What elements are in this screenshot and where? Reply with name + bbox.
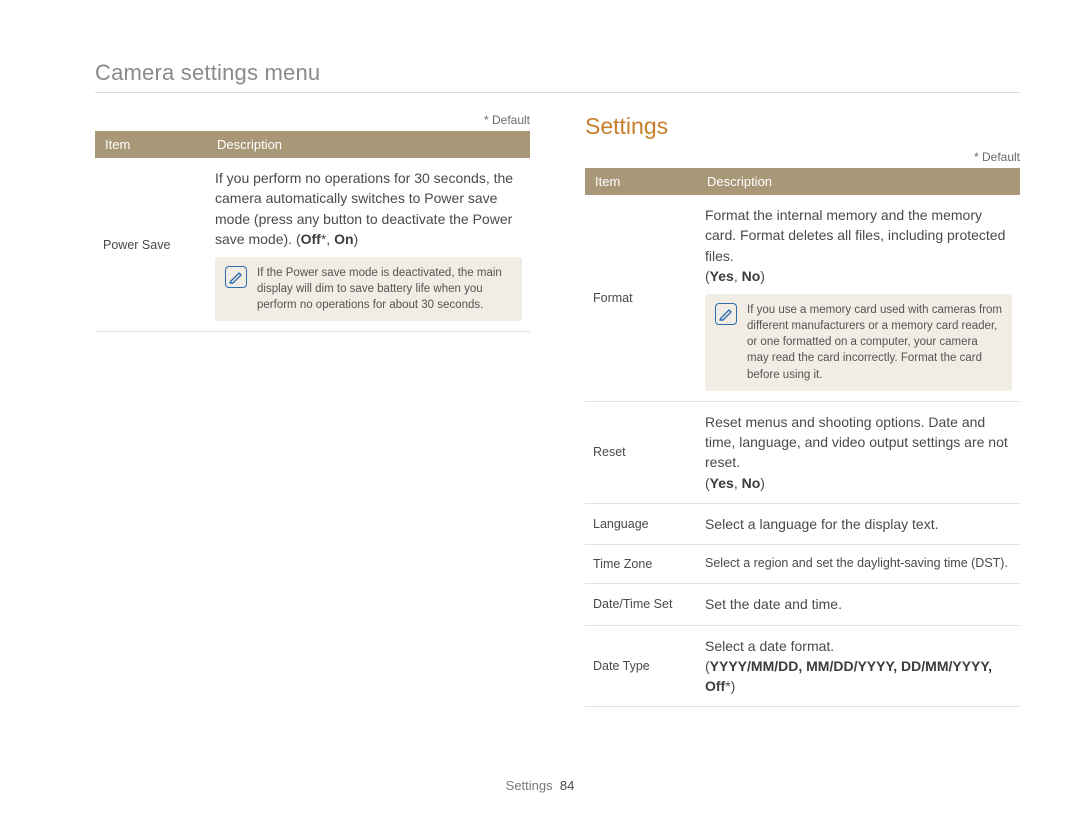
desc-text: If you perform no operations for 30 seco… xyxy=(215,168,522,249)
right-column: Settings * Default Item Description Form… xyxy=(585,113,1020,707)
note-text: If the Power save mode is deactivated, t… xyxy=(257,265,512,313)
opt4: Off xyxy=(705,678,725,694)
default-note-left: * Default xyxy=(95,113,530,127)
sep2: , xyxy=(893,658,901,674)
desc-main: Select a date format. xyxy=(705,638,834,654)
cell-item: Power Save xyxy=(95,158,207,332)
table-header-row: Item Description xyxy=(95,131,530,158)
sep1: , xyxy=(798,658,806,674)
opt-no: No xyxy=(742,268,761,284)
desc-text: Set the date and time. xyxy=(705,594,1012,614)
section-heading: Settings xyxy=(585,113,1020,140)
opts: (Yes, No) xyxy=(705,475,765,491)
table-header-row: Item Description xyxy=(585,168,1020,195)
desc-text: Reset menus and shooting options. Date a… xyxy=(705,412,1012,493)
th-description: Description xyxy=(697,168,1020,195)
left-column: * Default Item Description Power Save If… xyxy=(95,113,530,707)
opts-close: ) xyxy=(354,231,359,247)
desc-text: Select a region and set the daylight-sav… xyxy=(705,555,1012,573)
opts-close: ) xyxy=(760,268,765,284)
opts: (YYYY/MM/DD, MM/DD/YYYY, DD/MM/YYYY, Off… xyxy=(705,658,992,694)
cell-item: Time Zone xyxy=(585,545,697,584)
opt3: DD/MM/YYYY xyxy=(901,658,988,674)
page-footer: Settings 84 xyxy=(0,778,1080,793)
opts-close: ) xyxy=(760,475,765,491)
cell-desc: Set the date and time. xyxy=(697,584,1020,625)
row-format: Format Format the internal memory and th… xyxy=(585,195,1020,401)
page-root: Camera settings menu * Default Item Desc… xyxy=(0,0,1080,815)
opt-no: No xyxy=(742,475,761,491)
th-item: Item xyxy=(95,131,207,158)
cell-desc: Format the internal memory and the memor… xyxy=(697,195,1020,401)
columns: * Default Item Description Power Save If… xyxy=(95,113,1020,707)
cell-item: Reset xyxy=(585,401,697,503)
desc-text: Select a language for the display text. xyxy=(705,514,1012,534)
note-box: If you use a memory card used with camer… xyxy=(705,294,1012,390)
opts: (Off*, On) xyxy=(296,231,358,247)
footer-label: Settings xyxy=(506,778,553,793)
desc-main: Format the internal memory and the memor… xyxy=(705,207,1005,264)
row-power-save: Power Save If you perform no operations … xyxy=(95,158,530,332)
note-box: If the Power save mode is deactivated, t… xyxy=(215,257,522,321)
opt-on: On xyxy=(334,231,353,247)
note-icon xyxy=(225,266,247,288)
cell-desc: Select a region and set the daylight-sav… xyxy=(697,545,1020,584)
desc-text: Select a date format. (YYYY/MM/DD, MM/DD… xyxy=(705,636,1012,697)
row-date-time-set: Date/Time Set Set the date and time. xyxy=(585,584,1020,625)
opt2: MM/DD/YYYY xyxy=(806,658,893,674)
opt-sep: , xyxy=(326,231,334,247)
page-title: Camera settings menu xyxy=(95,60,1020,93)
default-note-right: * Default xyxy=(585,150,1020,164)
desc-text: Format the internal memory and the memor… xyxy=(705,205,1012,286)
cell-desc: Select a date format. (YYYY/MM/DD, MM/DD… xyxy=(697,625,1020,707)
row-language: Language Select a language for the displ… xyxy=(585,503,1020,544)
cell-desc: If you perform no operations for 30 seco… xyxy=(207,158,530,332)
desc-main: If you perform no operations for 30 seco… xyxy=(215,170,513,247)
row-reset: Reset Reset menus and shooting options. … xyxy=(585,401,1020,503)
th-item: Item xyxy=(585,168,697,195)
right-table: Item Description Format Format the inter… xyxy=(585,168,1020,707)
opt-yes: Yes xyxy=(710,268,734,284)
cell-desc: Reset menus and shooting options. Date a… xyxy=(697,401,1020,503)
row-time-zone: Time Zone Select a region and set the da… xyxy=(585,545,1020,584)
cell-item: Date/Time Set xyxy=(585,584,697,625)
note-icon xyxy=(715,303,737,325)
opt-sep: , xyxy=(734,475,742,491)
left-table: Item Description Power Save If you perfo… xyxy=(95,131,530,332)
row-date-type: Date Type Select a date format. (YYYY/MM… xyxy=(585,625,1020,707)
opts-close: ) xyxy=(731,678,736,694)
desc-main: Reset menus and shooting options. Date a… xyxy=(705,414,1008,471)
cell-item: Date Type xyxy=(585,625,697,707)
opt-yes: Yes xyxy=(710,475,734,491)
sep3: , xyxy=(988,658,992,674)
note-text: If you use a memory card used with camer… xyxy=(747,302,1002,382)
opt1: YYYY/MM/DD xyxy=(710,658,799,674)
th-description: Description xyxy=(207,131,530,158)
opt-off: Off xyxy=(301,231,321,247)
opt-sep: , xyxy=(734,268,742,284)
footer-page: 84 xyxy=(560,778,574,793)
opts: (Yes, No) xyxy=(705,268,765,284)
cell-item: Language xyxy=(585,503,697,544)
cell-item: Format xyxy=(585,195,697,401)
cell-desc: Select a language for the display text. xyxy=(697,503,1020,544)
